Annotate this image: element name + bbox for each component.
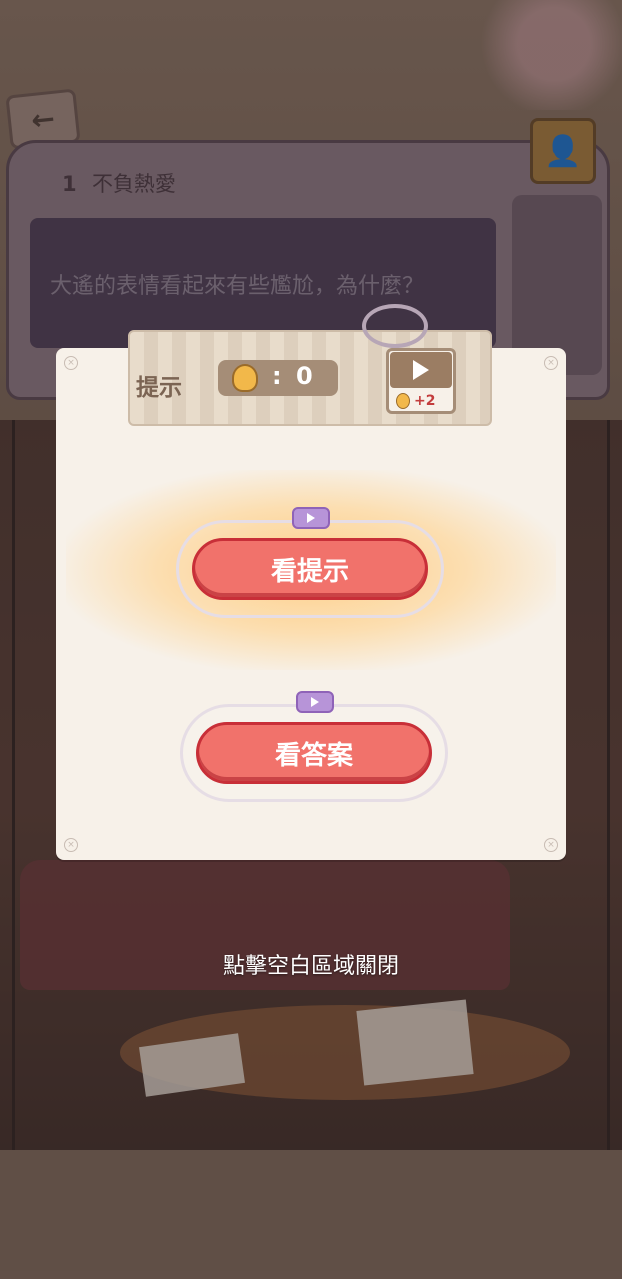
ring-decoration [362,304,428,348]
play-icon [307,513,315,523]
corner-decoration: × [64,356,78,370]
view-hint-button[interactable]: 看提示 [192,538,428,600]
play-icon [311,697,319,707]
corner-decoration: × [544,356,558,370]
lightbulb-icon [232,364,258,392]
corner-decoration: × [64,838,78,852]
hint-count: 0 [296,362,313,390]
view-answer-button[interactable]: 看答案 [196,722,432,784]
close-hint: 點擊空白區域關閉 [222,954,399,979]
reward-row: +2 [396,390,452,412]
earn-hint-video[interactable] [390,352,452,388]
corner-decoration: × [544,838,558,852]
video-icon [296,691,334,713]
play-icon [413,360,429,380]
hint-title: 提示 [136,375,182,401]
lightbulb-icon [396,393,410,409]
reward-text: +2 [414,393,436,409]
counter-separator: : [272,362,282,390]
video-icon [292,507,330,529]
